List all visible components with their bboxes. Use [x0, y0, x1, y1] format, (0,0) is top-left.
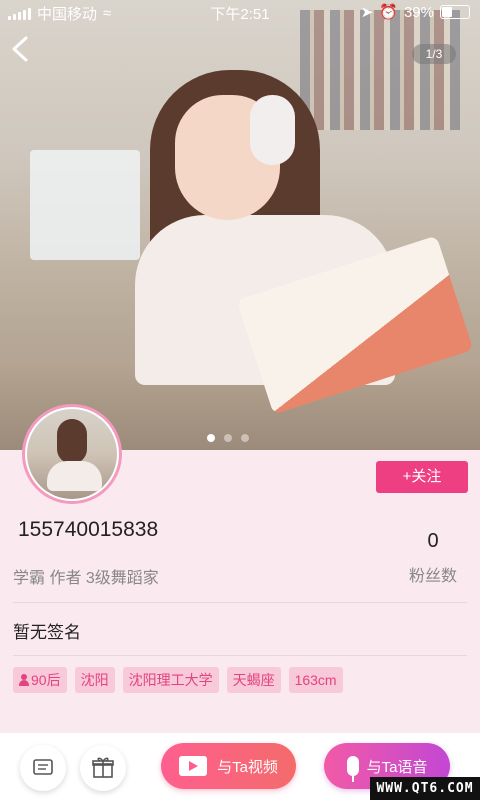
microphone-icon: [346, 756, 359, 782]
carousel-dot[interactable]: [207, 434, 215, 442]
chip-city: 沈阳: [74, 667, 115, 693]
follow-button[interactable]: +关注: [376, 461, 468, 493]
video-icon: [179, 756, 208, 776]
carousel-dot[interactable]: [224, 434, 232, 442]
alarm-icon: ⏰: [379, 4, 398, 21]
chip-label: 163cm: [294, 672, 337, 688]
profile-photo[interactable]: [0, 0, 480, 450]
photo-headphone: [250, 95, 295, 165]
location-icon: ➤: [360, 4, 374, 21]
video-call-label: 与Ta视频: [217, 758, 278, 776]
person-icon: [19, 674, 29, 686]
gift-button[interactable]: [80, 745, 126, 791]
avatar-image: [27, 409, 117, 499]
divider: [13, 655, 467, 656]
carousel-dots: [207, 434, 249, 442]
status-bar: 中国移动 ≈ 下午2:51 ➤ ⏰ 39%: [0, 0, 480, 24]
photo-bookshelf: [300, 10, 460, 130]
profile-name: 155740015838: [18, 518, 159, 541]
chip-label: 沈阳: [80, 672, 109, 688]
chip-label: 天蝎座: [232, 672, 275, 688]
profile-titles: 学霸 作者 3级舞蹈家: [13, 570, 159, 587]
voice-call-label: 与Ta语音: [366, 758, 428, 776]
chip-age: 90后: [13, 667, 67, 693]
chip-label: 90后: [31, 672, 61, 688]
chip-label: 沈阳理工大学: [128, 672, 213, 688]
carousel-dot[interactable]: [241, 434, 249, 442]
back-button[interactable]: [8, 34, 44, 70]
profile-chips: 90后 沈阳 沈阳理工大学 天蝎座 163cm: [13, 667, 343, 693]
fans-count[interactable]: 0: [400, 530, 466, 553]
battery-percent: 39%: [403, 3, 434, 21]
message-button[interactable]: [20, 745, 66, 791]
photo-window: [30, 150, 140, 260]
chip-height: 163cm: [288, 667, 343, 693]
watermark: WWW.QT6.COM: [370, 777, 480, 800]
message-icon: [33, 759, 53, 775]
fans-label: 粉丝数: [408, 568, 457, 585]
chip-school: 沈阳理工大学: [122, 667, 219, 693]
avatar[interactable]: [22, 404, 122, 504]
video-call-button[interactable]: 与Ta视频: [161, 743, 296, 789]
signature: 暂无签名: [13, 623, 81, 642]
battery-icon: [440, 5, 470, 19]
photo-counter: 1/3: [412, 44, 456, 64]
chevron-left-icon: [12, 36, 28, 62]
chip-zodiac: 天蝎座: [226, 667, 281, 693]
divider: [13, 602, 467, 603]
gift-icon: [92, 757, 114, 778]
